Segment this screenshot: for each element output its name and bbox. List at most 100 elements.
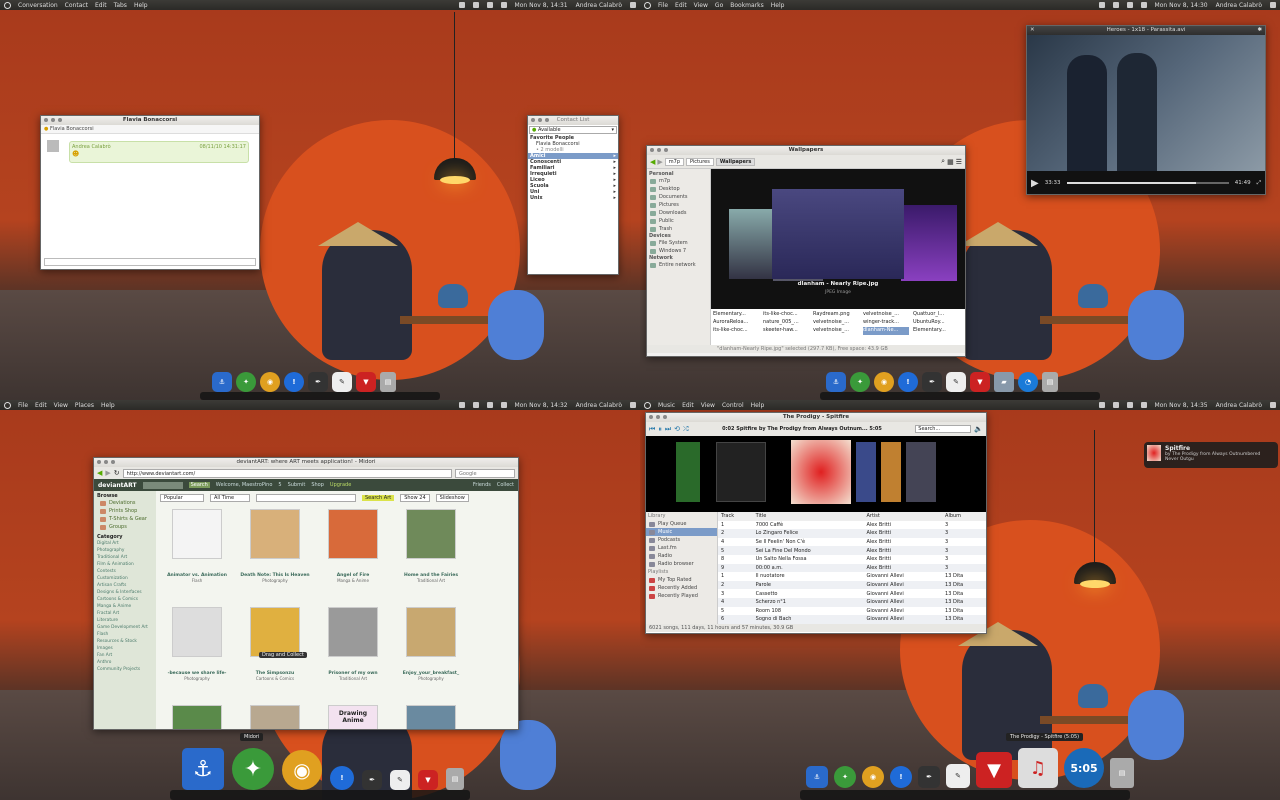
volume-icon[interactable]: 🔈 [974,425,983,433]
trash-icon[interactable]: ▤ [380,372,396,392]
sidebar-item[interactable]: Trash [647,225,710,233]
category-link[interactable]: Game Development Art [97,624,153,631]
mail-icon[interactable] [472,402,479,408]
deviation-category[interactable]: Traditional Art [392,578,470,583]
chrome-icon[interactable]: ◉ [874,372,894,392]
sidebar-item[interactable]: Public [647,217,710,225]
table-row[interactable]: 2 Parole Giovanni Allevi 13 Dita [718,580,986,590]
deviation-category[interactable]: Cartoons & Comics [236,676,314,681]
list-view-icon[interactable]: ☰ [956,158,962,166]
file-item[interactable]: its-like-choc... [713,327,759,335]
sidebar-item[interactable]: Documents [647,193,710,201]
column-track[interactable]: Track [718,512,753,521]
category-link[interactable]: Resources & Stock Images [97,638,153,652]
category-link[interactable]: Cartoons & Comics [97,596,153,603]
battery-icon[interactable] [1126,2,1133,8]
menu-edit[interactable]: Edit [35,402,47,409]
menu-tabs[interactable]: Tabs [114,2,127,9]
search-icon[interactable]: ⌕ [941,157,945,166]
file-item[interactable]: nature_005_... [763,319,809,327]
menu-view[interactable]: View [701,402,715,409]
menu-edit[interactable]: Edit [675,2,687,9]
category-link[interactable]: Flash [97,631,153,638]
ubuntu-logo-icon[interactable] [4,401,11,409]
compass-icon[interactable]: ✦ [236,372,256,392]
column-album[interactable]: Album [942,512,986,521]
close-icon[interactable] [44,118,48,122]
anchor-icon[interactable]: ⚓ [806,766,828,788]
menu-help[interactable]: Help [771,2,785,9]
chrome-icon[interactable]: ◉ [260,372,280,392]
power-icon[interactable] [1270,2,1276,8]
mail-icon[interactable] [1112,402,1119,408]
file-item[interactable]: velvetnoise_... [863,311,909,319]
messenger-icon[interactable]: ! [330,766,354,790]
pen-icon[interactable]: ✒ [362,770,382,790]
clock[interactable]: Mon Nov 8, 14:31 [515,2,568,9]
nav-upgrade[interactable]: Upgrade [330,482,351,488]
sidebar-item[interactable]: m7p [647,177,710,185]
close-icon[interactable]: ✕ [1030,26,1035,35]
category-link[interactable]: Fan Art [97,652,153,659]
deviantart-logo[interactable]: deviantART [98,482,137,489]
category-link[interactable]: Digital Art [97,540,153,547]
deviation-thumbnail[interactable] [250,509,300,559]
anchor-icon[interactable]: ⚓ [182,748,224,790]
deviation-category[interactable]: Photography [392,676,470,681]
pdf-reader-icon[interactable]: ▼ [356,372,376,392]
sidebar-item[interactable]: Entire network [647,261,710,269]
anchor-icon[interactable]: ⚓ [826,372,846,392]
network-icon[interactable] [458,402,465,408]
network-icon[interactable] [1098,2,1105,8]
text-editor-icon[interactable]: ✎ [946,764,970,788]
category-link[interactable]: Traditional Art [97,554,153,561]
da-search-button[interactable]: Search [188,482,210,488]
user-menu[interactable]: Andrea Calabrò [1216,402,1262,409]
table-row[interactable]: 4 Scherzo n°1 Giovanni Allevi 13 Dita [718,597,986,607]
message-count[interactable]: 5 [278,482,281,488]
play-icon[interactable]: ▶ [1031,178,1039,189]
trash-icon[interactable]: ▤ [1042,372,1058,392]
mail-icon[interactable] [1112,2,1119,8]
messenger-icon[interactable]: ! [890,766,912,788]
deviation-category[interactable]: Photography [158,676,236,681]
menu-view[interactable]: View [694,2,708,9]
column-title[interactable]: Title [753,512,864,521]
deviation-card[interactable]: Drawing Anime [314,705,392,729]
contact-group[interactable]: Unix ▸ [528,195,618,201]
table-row[interactable]: 4 Se Il Feelin' Non C'è Alex Britti 3 [718,538,986,547]
compass-icon[interactable]: ✦ [850,372,870,392]
user-menu[interactable]: Andrea Calabrò [576,402,622,409]
nav-submit[interactable]: Submit [288,482,306,488]
pause-icon[interactable]: ⏸ [658,425,662,434]
playlist-item[interactable]: Recently Added [646,584,717,592]
category-link[interactable]: Customization [97,575,153,582]
deviation-thumbnail[interactable] [406,607,456,657]
category-link[interactable]: Photography [97,547,153,554]
file-item[interactable]: velvetnoise_... [813,327,859,335]
folder-icon[interactable]: ▰ [994,372,1014,392]
nav-collect[interactable]: Collect [497,482,514,488]
menu-help[interactable]: Help [134,2,148,9]
show-count-select[interactable]: Show 24 [400,494,430,502]
volume-icon[interactable] [1140,402,1147,408]
menu-edit[interactable]: Edit [95,2,107,9]
shuffle-icon[interactable]: ⤮ [683,425,689,434]
menu-edit[interactable]: Edit [682,402,694,409]
ubuntu-logo-icon[interactable] [644,1,651,9]
table-row[interactable]: 1 7000 Caffè Alex Britti 3 [718,521,986,530]
forward-icon[interactable]: ▶ [657,158,662,166]
table-row[interactable]: 1 Il nuotatore Giovanni Allevi 13 Dita [718,572,986,581]
deviation-thumbnail[interactable] [328,607,378,657]
nav-friends[interactable]: Friends [473,482,491,488]
next-icon[interactable]: ⏭ [665,425,671,434]
minimize-icon[interactable] [657,148,661,152]
table-row[interactable]: 9 00:00 a.m. Alex Britti 3 [718,563,986,573]
pen-icon[interactable]: ✒ [918,766,940,788]
sidebar-item[interactable]: Desktop [647,185,710,193]
file-item[interactable]: winger-track... [863,319,909,327]
music-search-input[interactable]: Search... [915,425,972,433]
file-item[interactable]: Quattuor_l... [913,311,959,319]
seek-bar[interactable] [1066,182,1229,184]
back-icon[interactable]: ◀ [650,158,655,166]
